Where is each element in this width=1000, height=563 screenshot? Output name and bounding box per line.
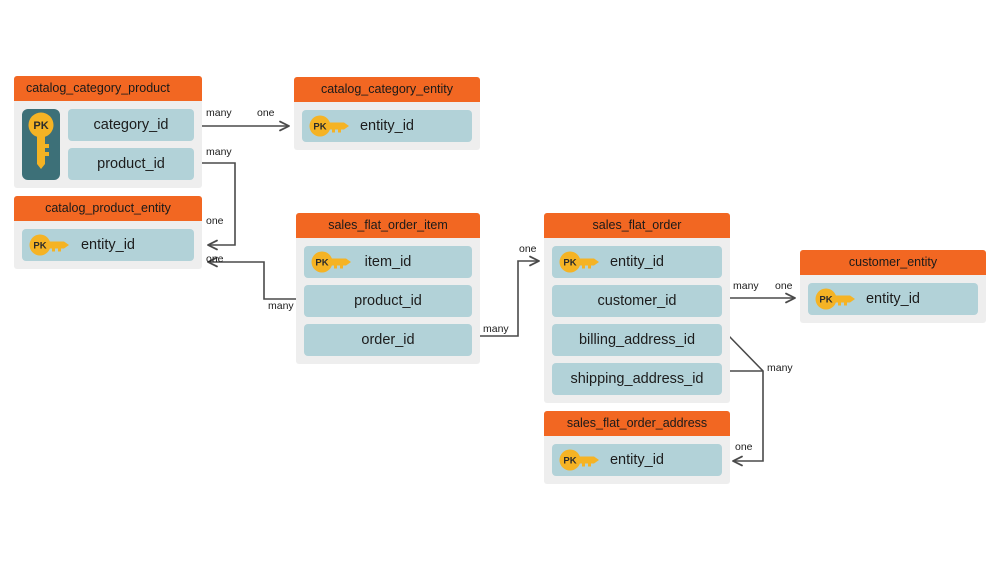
cardinality-label-from-rel-category-product-to-category-entity: many xyxy=(206,107,232,119)
field-label: category_id xyxy=(93,117,169,133)
field-label: entity_id xyxy=(80,237,135,253)
field-row-catalog_category_product-product_id[interactable]: product_id xyxy=(68,148,194,180)
cardinality-label-from-rel-order-item-to-order: many xyxy=(483,323,509,335)
field-row-sales_flat_order_address-entity_id[interactable]: PK entity_id xyxy=(552,444,722,476)
field-label: product_id xyxy=(97,156,165,172)
field-row-sales_flat_order-shipping_address_id[interactable]: shipping_address_id xyxy=(552,363,722,395)
cardinality-label-from-rel-order-item-to-product-entity: many xyxy=(268,300,294,312)
svg-text:PK: PK xyxy=(563,258,576,269)
svg-text:PK: PK xyxy=(313,122,326,133)
table-card-catalog_category_entity[interactable]: catalog_category_entity PK entity_id xyxy=(294,77,480,150)
table-header-customer_entity: customer_entity xyxy=(800,250,986,275)
field-list-catalog_product_entity: PK entity_id xyxy=(14,221,202,261)
er-diagram-canvas: catalog_category_product PK category_idpro… xyxy=(0,0,1000,563)
field-label: order_id xyxy=(361,332,415,348)
field-label: entity_id xyxy=(609,254,664,270)
field-row-sales_flat_order_item-product_id[interactable]: product_id xyxy=(304,285,472,317)
svg-text:PK: PK xyxy=(819,295,832,306)
field-label: entity_id xyxy=(609,452,664,468)
primary-key-icon: PK xyxy=(559,251,606,273)
cardinality-label-to-rel-category-product-to-category-entity: one xyxy=(257,107,275,119)
svg-text:PK: PK xyxy=(563,456,576,467)
field-row-catalog_product_entity-entity_id[interactable]: PK entity_id xyxy=(22,229,194,261)
svg-text:PK: PK xyxy=(33,241,46,252)
field-label: shipping_address_id xyxy=(570,371,704,387)
field-row-catalog_category_entity-entity_id[interactable]: PK entity_id xyxy=(302,110,472,142)
field-list-sales_flat_order_item: PK item_id product_id order_id xyxy=(296,238,480,356)
field-list-catalog_category_entity: PK entity_id xyxy=(294,102,480,142)
field-list-sales_flat_order_address: PK entity_id xyxy=(544,436,730,476)
table-card-sales_flat_order_item[interactable]: sales_flat_order_item PK item_id product_id… xyxy=(296,213,480,364)
primary-key-icon: PK xyxy=(311,251,358,273)
cardinality-label-to-rel-category-product-to-product-entity: one xyxy=(206,215,224,227)
field-label: entity_id xyxy=(359,118,414,134)
field-label: customer_id xyxy=(597,293,677,309)
relationship-line-rel-category-product-to-product-entity xyxy=(202,162,236,251)
table-header-catalog_category_entity: catalog_category_entity xyxy=(294,77,480,102)
field-row-sales_flat_order-billing_address_id[interactable]: billing_address_id xyxy=(552,324,722,356)
field-label: product_id xyxy=(354,293,422,309)
cardinality-label-to-rel-order-item-to-order: one xyxy=(519,243,537,255)
field-row-customer_entity-entity_id[interactable]: PK entity_id xyxy=(808,283,978,315)
table-card-catalog_category_product[interactable]: catalog_category_product PK category_idpro… xyxy=(14,76,202,188)
cardinality-label-from-rel-category-product-to-product-entity: many xyxy=(206,146,232,158)
table-card-sales_flat_order_address[interactable]: sales_flat_order_address PK entity_id xyxy=(544,411,730,484)
field-label: item_id xyxy=(364,254,412,270)
relationship-line-rel-order-item-to-product-entity xyxy=(207,256,300,300)
primary-key-icon: PK xyxy=(815,288,862,310)
table-header-sales_flat_order: sales_flat_order xyxy=(544,213,730,238)
svg-text:PK: PK xyxy=(315,258,328,269)
cardinality-label-to-rel-order-to-customer-entity: one xyxy=(775,280,793,292)
svg-text:PK: PK xyxy=(33,120,48,132)
primary-key-icon: PK xyxy=(309,115,356,137)
cardinality-label-to-rel-order-item-to-product-entity: one xyxy=(206,253,224,265)
field-label: billing_address_id xyxy=(578,332,696,348)
field-row-catalog_category_product-category_id[interactable]: category_id xyxy=(68,109,194,141)
cardinality-label-from-rel-order-billing-to-order-address: many xyxy=(767,362,793,374)
table-card-catalog_product_entity[interactable]: catalog_product_entity PK entity_id xyxy=(14,196,202,269)
table-card-customer_entity[interactable]: customer_entity PK entity_id xyxy=(800,250,986,323)
field-row-sales_flat_order_item-order_id[interactable]: order_id xyxy=(304,324,472,356)
field-label: entity_id xyxy=(865,291,920,307)
table-header-sales_flat_order_item: sales_flat_order_item xyxy=(296,213,480,238)
table-card-sales_flat_order[interactable]: sales_flat_order PK entity_id customer_idbi… xyxy=(544,213,730,403)
table-header-catalog_product_entity: catalog_product_entity xyxy=(14,196,202,221)
field-list-customer_entity: PK entity_id xyxy=(800,275,986,315)
field-list-sales_flat_order: PK entity_id customer_id billing_address_id… xyxy=(544,238,730,395)
field-row-sales_flat_order_item-item_id[interactable]: PK item_id xyxy=(304,246,472,278)
cardinality-label-to-rel-order-billing-to-order-address: one xyxy=(735,441,753,453)
cardinality-label-from-rel-order-to-customer-entity: many xyxy=(733,280,759,292)
primary-key-icon: PK xyxy=(29,234,76,256)
primary-key-icon: PK xyxy=(559,449,606,471)
field-row-sales_flat_order-entity_id[interactable]: PK entity_id xyxy=(552,246,722,278)
primary-key-column-icon: PK xyxy=(22,109,60,180)
table-header-sales_flat_order_address: sales_flat_order_address xyxy=(544,411,730,436)
field-list-catalog_category_product: PK category_id product_id xyxy=(14,101,202,180)
table-header-catalog_category_product: catalog_category_product xyxy=(14,76,202,101)
field-row-sales_flat_order-customer_id[interactable]: customer_id xyxy=(552,285,722,317)
